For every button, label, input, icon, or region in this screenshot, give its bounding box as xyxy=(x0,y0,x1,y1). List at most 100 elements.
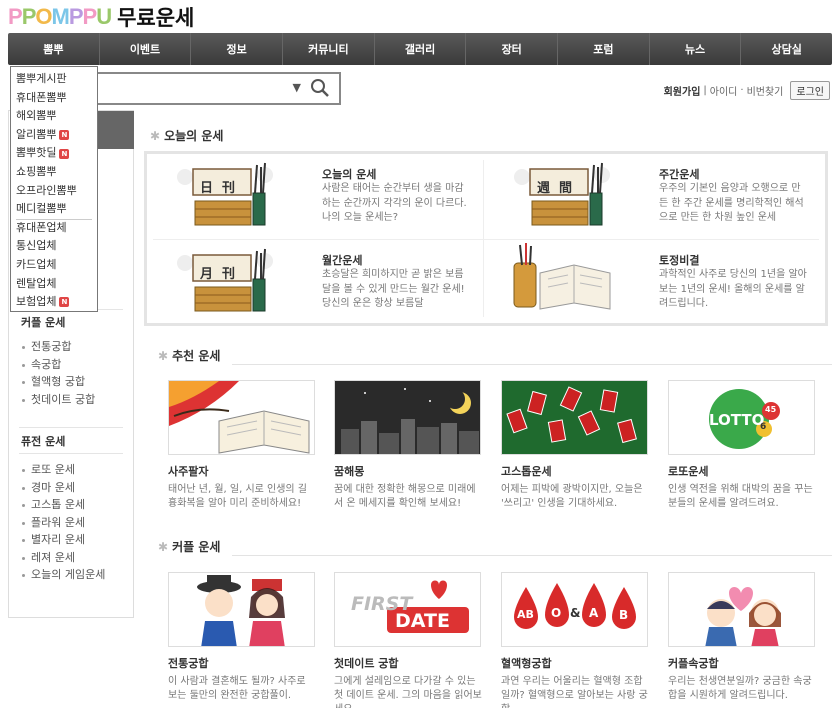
sidebar-item[interactable]: 혈액형 궁합 xyxy=(21,373,95,391)
blood-label: AB xyxy=(517,608,534,621)
card-desc: 과연 우리는 어울리는 혈액형 조합일까? 혈액형으로 알아보는 사랑 궁합. xyxy=(501,676,648,708)
couple-card-blood[interactable]: AB O & A B 혈액형궁합 과연 우리는 어울리는 혈액형 조합일까? 혈… xyxy=(501,572,651,708)
sidebar-item[interactable]: 오늘의 게임운세 xyxy=(21,566,105,584)
blood-type-image: AB O & A B xyxy=(501,572,648,647)
login-button[interactable]: 로그인 xyxy=(790,81,830,100)
today-section-title: ✱ 오늘의 운세 xyxy=(150,128,224,144)
nav-counsel[interactable]: 상담실 xyxy=(741,33,832,65)
recommend-card-dream[interactable]: 꿈해몽 꿈에 대한 정확한 해몽으로 미래에서 온 메세지를 확인해 보세요! xyxy=(334,380,484,511)
sidebar-item[interactable]: 경마 운세 xyxy=(21,479,105,497)
sidebar-item[interactable]: 별자리 운세 xyxy=(21,531,105,549)
sidebar-tab xyxy=(97,111,134,149)
fortune-card-today[interactable]: 日 刊 오늘의 운세 사람은 태어는 순간부터 생을 마감하는 순간까지 각각의… xyxy=(147,154,477,236)
nav-market[interactable]: 장터 xyxy=(466,33,559,65)
lotto-number: 6 xyxy=(760,422,767,432)
star-icon: ✱ xyxy=(150,128,161,143)
blood-label: A xyxy=(589,606,599,620)
card-desc: 인생 역전을 위해 대박의 꿈을 꾸는 분들의 운세를 알려드려요. xyxy=(668,484,813,509)
menu-item[interactable]: 휴대폰뽐뿌 xyxy=(16,89,92,108)
fortune-card-tojeong[interactable]: 토정비결 과학적인 사주로 당신의 1년을 알아보는 1년의 운세! 올해의 운… xyxy=(484,240,814,322)
nav-event[interactable]: 이벤트 xyxy=(100,33,192,65)
fortune-card-desc: 초승달은 희미하지만 곧 밝은 보름달을 볼 수 있게 만드는 월간 운세! 당… xyxy=(322,269,465,309)
search-box: ▼ xyxy=(88,72,341,105)
search-input[interactable] xyxy=(94,74,284,102)
lotto-text: LOTTO xyxy=(709,411,765,429)
member-links: 회원가입 | 아이디 · 비번찾기 로그인 xyxy=(664,81,830,100)
menu-item[interactable]: 휴대폰업체 xyxy=(16,218,92,238)
nav-info[interactable]: 정보 xyxy=(191,33,284,65)
card-title: 고스톱운세 xyxy=(501,465,552,478)
sidebar-couple-title: 커플 운세 xyxy=(21,316,66,329)
new-badge: N xyxy=(59,130,70,141)
menu-item[interactable]: 렌탈업체 xyxy=(16,275,92,294)
fortune-card-weekly[interactable]: 週 間 주간운세 우주의 기본인 음양과 오행으로 만든 한 주간 운세를 명리… xyxy=(484,154,814,236)
menu-item[interactable]: 해외뽐뿌 xyxy=(16,107,92,126)
fortune-card-desc: 과학적인 사주로 당신의 1년을 알아보는 1년의 운세! 올해의 운세를 알려… xyxy=(659,269,807,309)
seal-text: 日 xyxy=(200,181,214,196)
nav-news[interactable]: 뉴스 xyxy=(650,33,742,65)
menu-item[interactable]: 메디컬뽐뿌 xyxy=(16,200,92,219)
open-book-illustration-icon xyxy=(513,243,611,310)
nav-forum[interactable]: 포럼 xyxy=(558,33,650,65)
couple-card-first-date[interactable]: FIRST DATE 첫데이트 궁합 그에게 설레임으로 다가갈 수 있는 첫 … xyxy=(334,572,484,708)
today-fortune-box: 日 刊 오늘의 운세 사람은 태어는 순간부터 생을 마감하는 순간까지 각각의… xyxy=(144,151,828,326)
sidebar-item[interactable]: 고스톱 운세 xyxy=(21,496,105,514)
nav-ppomppu[interactable]: 뽐뿌 xyxy=(8,33,100,65)
menu-item[interactable]: 알리뽐뿌 N xyxy=(16,126,92,145)
lotto-image: LOTTO 45 6 xyxy=(668,380,815,455)
lotto-number: 45 xyxy=(765,405,777,414)
join-link[interactable]: 회원가입 xyxy=(664,83,701,98)
saju-image xyxy=(168,380,315,455)
nav-dropdown-menu: 뽐뿌게시판 휴대폰뽐뿌 해외뽐뿌 알리뽐뿌 N 뽐뿌핫딜 N 쇼핑뽐뿌 오프라인뽐뿌… xyxy=(10,66,98,312)
seal-text: 週 xyxy=(537,181,551,196)
sidebar-item[interactable]: 플라워 운세 xyxy=(21,514,105,532)
star-icon: ✱ xyxy=(158,539,169,554)
seal-text: 刊 xyxy=(222,267,236,282)
menu-item[interactable]: 카드업체 xyxy=(16,256,92,275)
find-pw-link[interactable]: 비번찾기 xyxy=(747,83,784,98)
recommend-card-lotto[interactable]: LOTTO 45 6 로또운세 인생 역전을 위해 대박의 꿈을 꾸는 분들의 … xyxy=(668,380,818,511)
recommend-card-gostop[interactable]: 고스톱운세 어제는 피박에 광박이지만, 오늘은 '쓰리고' 인생을 기대하세요… xyxy=(501,380,651,511)
book-illustration-icon xyxy=(177,162,273,226)
date-text: DATE xyxy=(395,610,450,632)
couple-image xyxy=(668,572,815,647)
search-dropdown-icon[interactable]: ▼ xyxy=(293,81,301,94)
main-nav: 뽐뿌 이벤트 정보 커뮤니티 갤러리 장터 포럼 뉴스 상담실 xyxy=(8,33,832,65)
seal-text: 間 xyxy=(559,181,573,196)
search-icon[interactable] xyxy=(310,78,330,98)
couple-section-title: ✱ 커플 운세 xyxy=(158,539,221,555)
sidebar-item[interactable]: 전통궁합 xyxy=(21,338,95,356)
couple-card-traditional[interactable]: 전통궁합 이 사람과 결혼해도 될까? 사주로 보는 둘만의 완전한 궁합풀이. xyxy=(168,572,318,703)
sidebar-item[interactable]: 첫데이트 궁합 xyxy=(21,391,95,409)
card-title: 전통궁합 xyxy=(168,657,209,670)
sidebar-item[interactable]: 레져 운세 xyxy=(21,549,105,567)
nav-community[interactable]: 커뮤니티 xyxy=(283,33,375,65)
recommend-card-saju[interactable]: 사주팔자 태어난 년, 월, 일, 시로 인생의 길흉화복을 알아 미리 준비하… xyxy=(168,380,318,511)
seal-text: 月 xyxy=(200,267,214,282)
find-id-link[interactable]: 아이디 xyxy=(710,83,738,98)
fortune-card-title: 월간운세 xyxy=(322,254,363,267)
seal-text: 刊 xyxy=(222,181,236,196)
menu-item[interactable]: 오프라인뽐뿌 xyxy=(16,182,92,201)
blood-label: O xyxy=(551,606,562,620)
nav-gallery[interactable]: 갤러리 xyxy=(375,33,467,65)
menu-item[interactable]: 뽐뿌핫딜 N xyxy=(16,144,92,163)
site-logo[interactable]: PPOMPPU 무료운세 xyxy=(8,4,194,30)
couple-card-intimate[interactable]: 커플속궁합 우리는 천생연분일까? 궁금한 속궁합을 시원하게 알려드립니다. xyxy=(668,572,818,703)
dream-image xyxy=(334,380,481,455)
book-illustration-icon xyxy=(514,162,610,226)
sidebar-item[interactable]: 속궁합 xyxy=(21,356,95,374)
card-title: 혈액형궁합 xyxy=(501,657,552,670)
star-icon: ✱ xyxy=(158,348,169,363)
card-title: 사주팔자 xyxy=(168,465,209,478)
card-desc: 이 사람과 결혼해도 될까? 사주로 보는 둘만의 완전한 궁합풀이. xyxy=(168,676,306,701)
fortune-card-title: 주간운세 xyxy=(659,168,700,181)
menu-item[interactable]: 통신업체 xyxy=(16,237,92,256)
sidebar-item[interactable]: 로또 운세 xyxy=(21,461,105,479)
fortune-card-monthly[interactable]: 月 刊 월간운세 초승달은 희미하지만 곧 밝은 보름달을 볼 수 있게 만드는… xyxy=(147,240,477,322)
fortune-card-desc: 사람은 태어는 순간부터 생을 마감하는 순간까지 각각의 운이 다르다. 나의… xyxy=(322,183,467,223)
menu-item[interactable]: 보험업체 N xyxy=(16,293,92,312)
menu-item[interactable]: 뽐뿌게시판 xyxy=(16,70,92,89)
ppomppu-logo[interactable]: PPOMPPU xyxy=(8,4,112,30)
menu-item[interactable]: 쇼핑뽐뿌 xyxy=(16,163,92,182)
